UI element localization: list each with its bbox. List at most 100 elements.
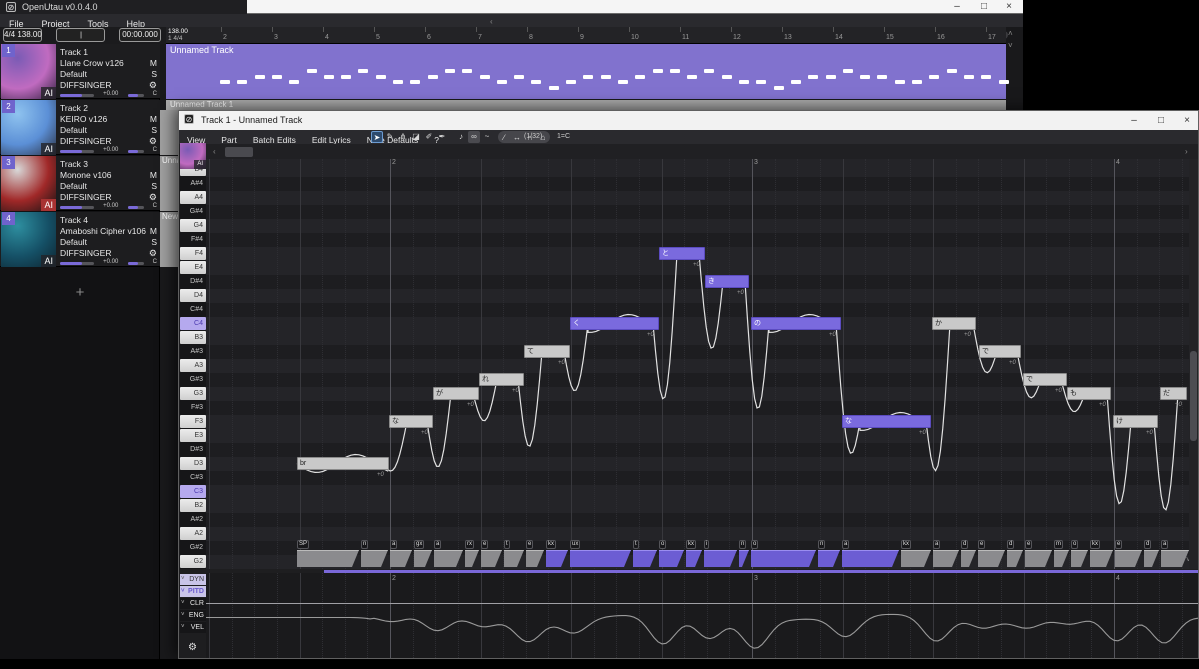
solo-button[interactable]: S (151, 237, 157, 248)
knife-tool[interactable]: ⋔ (397, 131, 409, 143)
piano-key-C3[interactable]: C3 (180, 485, 206, 498)
expression-vel[interactable]: ˅VEL (180, 622, 206, 633)
phonemizer-name[interactable]: Default (60, 125, 87, 136)
vibrato-toggle[interactable]: +0 (737, 290, 744, 296)
vscroll-up-icon[interactable]: ˄ (1008, 29, 1013, 38)
note[interactable]: で (1023, 373, 1067, 386)
phoneme-label[interactable]: ux (570, 540, 580, 549)
expression-eng[interactable]: ˅ENG (180, 610, 206, 621)
vibrato-toggle[interactable]: +0 (377, 472, 384, 478)
track-row-2[interactable]: 2AITrack 2KEIRO v126MDefaultSDIFFSINGER⚙… (0, 100, 160, 155)
phoneme-label[interactable]: d (1007, 540, 1014, 549)
phoneme-label[interactable]: o (751, 540, 758, 549)
maximize-button[interactable]: □ (1152, 114, 1170, 127)
expression-dyn[interactable]: ˅DYN (180, 574, 206, 585)
part-next-icon[interactable]: › (1185, 147, 1188, 156)
part-unnamed-track-1[interactable]: Unnamed Track 1 (166, 100, 1006, 110)
phoneme-label[interactable]: a (434, 540, 441, 549)
pan-slider[interactable] (128, 206, 144, 209)
play-tone-toggle[interactable]: ♪ (455, 131, 467, 143)
piano-key-Ds4[interactable]: D#4 (180, 275, 206, 288)
phoneme-label[interactable]: t (504, 540, 510, 549)
expression-clr[interactable]: ˅CLR (180, 598, 206, 609)
pointer-tool[interactable]: ➤ (371, 131, 383, 143)
note[interactable]: な (842, 415, 931, 428)
phoneme-label[interactable]: e (481, 540, 488, 549)
piano-key-Fs3[interactable]: F#3 (180, 401, 206, 414)
note[interactable]: き (705, 275, 749, 288)
volume-slider[interactable] (60, 206, 94, 209)
piano-key-A3[interactable]: A3 (180, 359, 206, 372)
phoneme-label[interactable]: e (1025, 540, 1032, 549)
vibrato-toggle[interactable]: +0 (829, 332, 836, 338)
pen-tool[interactable]: ✎ (384, 131, 396, 143)
phoneme-label[interactable]: a (390, 540, 397, 549)
close-button[interactable]: × (1178, 114, 1196, 127)
phoneme-label[interactable]: e (1115, 540, 1122, 549)
solo-button[interactable]: S (151, 69, 157, 80)
phoneme-label[interactable]: i (704, 540, 709, 549)
piano-key-Gs3[interactable]: G#3 (180, 373, 206, 386)
arrangement-ruler[interactable]: 138.00 1 4/4 234567891011121314151617 (166, 27, 1006, 44)
piano-key-A2[interactable]: A2 (180, 527, 206, 540)
solo-button[interactable]: S (151, 181, 157, 192)
piano-key-Cs3[interactable]: C#3 (180, 471, 206, 484)
phoneme-label[interactable]: a (1161, 540, 1168, 549)
piano-key-Gs2[interactable]: G#2 (180, 541, 206, 554)
volume-slider[interactable] (60, 262, 94, 265)
phoneme-label[interactable]: SP (297, 540, 309, 549)
vibrato-toggle[interactable]: +0 (693, 262, 700, 268)
vibrato-toggle[interactable]: +0 (1146, 430, 1153, 436)
mute-button[interactable]: M (150, 170, 157, 181)
piano-key-Ds3[interactable]: D#3 (180, 443, 206, 456)
scroll-left-icon[interactable]: ‹ (490, 17, 493, 26)
phoneme-label[interactable]: o (1071, 540, 1078, 549)
maximize-button[interactable]: □ (975, 0, 993, 13)
close-button[interactable]: × (1000, 0, 1018, 13)
lyric-quick-edit-input[interactable] (225, 147, 253, 157)
tempo-meter-box[interactable]: 4/4 138.00 (3, 28, 42, 42)
minimize-button[interactable]: – (948, 0, 966, 13)
singer-name[interactable]: KEIRO v126 (60, 114, 107, 125)
vibrato-toggle[interactable]: +0 (558, 360, 565, 366)
note[interactable]: け (1113, 415, 1158, 428)
key-mode[interactable]: 1=C (557, 130, 570, 144)
slope-toggle[interactable]: ∕ (498, 132, 510, 144)
track-row-4[interactable]: 4AITrack 4Amaboshi Cipher v106MDefaultSD… (0, 212, 160, 267)
volume-slider[interactable] (60, 150, 94, 153)
phoneme[interactable] (842, 550, 899, 567)
pitch-view-toggle[interactable]: ~ (481, 131, 493, 143)
vibrato-toggle[interactable]: +0 (964, 332, 971, 338)
track-row-1[interactable]: 1AITrack 1Llane Crow v126MDefaultSDIFFSI… (0, 44, 160, 99)
phonemizer-name[interactable]: Default (60, 181, 87, 192)
piano-key-F3[interactable]: F3 (180, 415, 206, 428)
piano-key-C4[interactable]: C4 (180, 317, 206, 330)
phonemizer-name[interactable]: Default (60, 69, 87, 80)
vscroll-down-icon[interactable]: ˅ (1008, 41, 1013, 50)
piano-key-Fs4[interactable]: F#4 (180, 233, 206, 246)
piano-key-G3[interactable]: G3 (180, 387, 206, 400)
phoneme-label[interactable]: kx (901, 540, 911, 549)
phoneme[interactable] (570, 550, 631, 567)
phoneme-label[interactable]: a (933, 540, 940, 549)
vibrato-toggle[interactable]: +0 (1009, 360, 1016, 366)
note[interactable]: れ (479, 373, 524, 386)
phoneme-label[interactable]: kx (686, 540, 696, 549)
solo-button[interactable]: S (151, 125, 157, 136)
piano-key-D3[interactable]: D3 (180, 457, 206, 470)
vibrato-toggle[interactable]: +0 (421, 430, 428, 436)
piano-key-As4[interactable]: A#4 (180, 177, 206, 190)
part-prev-icon[interactable]: ‹ (213, 147, 216, 156)
note[interactable]: と (659, 247, 705, 260)
track-row-3[interactable]: 3AITrack 3Monone v106MDefaultSDIFFSINGER… (0, 156, 160, 211)
chevron-down-icon[interactable]: ˅ (181, 574, 185, 585)
singer-avatar[interactable]: AI (180, 143, 206, 169)
minimize-button[interactable]: – (1125, 114, 1143, 127)
part-unnamed-track[interactable]: Unnamed Track (166, 44, 1006, 99)
vibrato-toggle[interactable]: +0 (919, 430, 926, 436)
phonemizer-name[interactable]: Default (60, 237, 87, 248)
phoneme-label[interactable]: e (978, 540, 985, 549)
piano-key-As2[interactable]: A#2 (180, 513, 206, 526)
note[interactable]: か (932, 317, 976, 330)
piano-key-G2[interactable]: G2 (180, 555, 206, 568)
